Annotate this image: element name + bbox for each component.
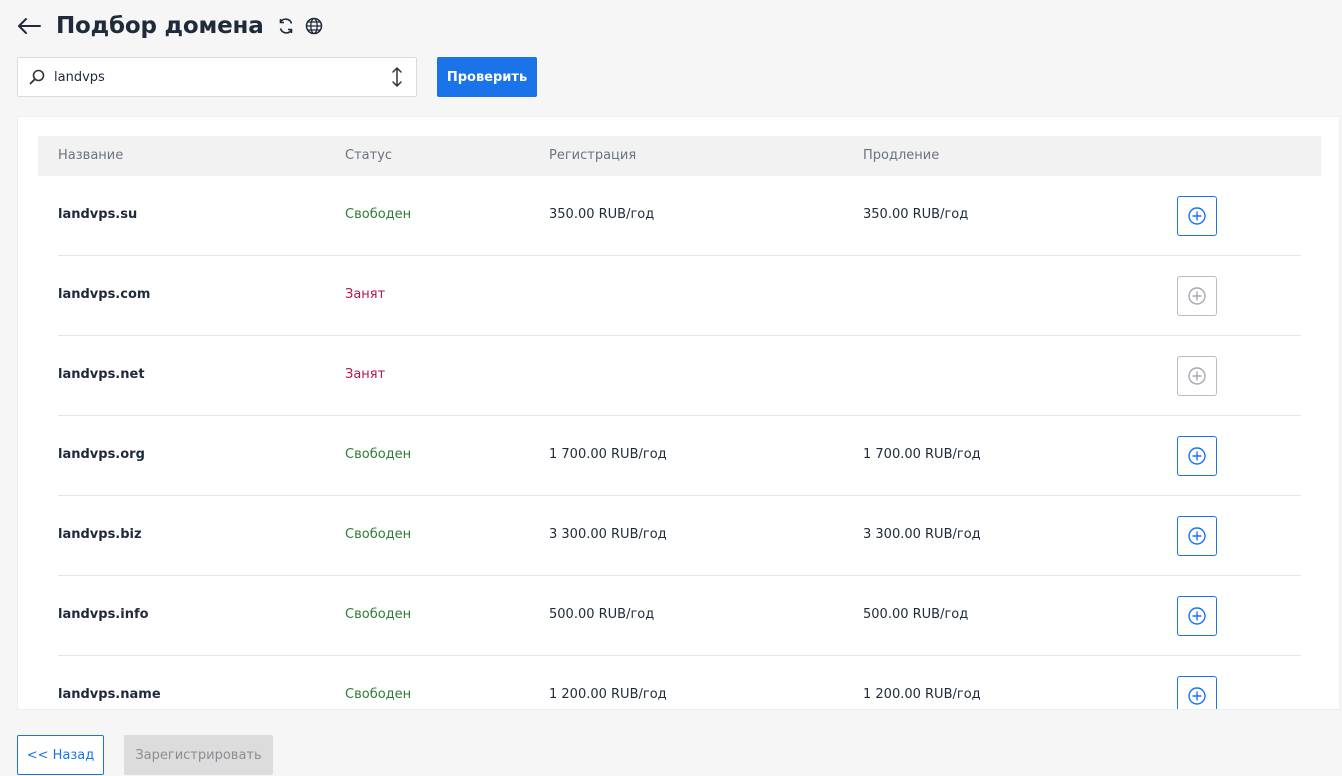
registration-price: 500.00 RUB/год (549, 607, 655, 622)
renewal-price: 500.00 RUB/год (863, 607, 969, 622)
search-icon (29, 69, 45, 85)
status-badge: Свободен (345, 607, 412, 622)
add-domain-button[interactable] (1177, 276, 1217, 316)
domain-name: landvps.info (58, 607, 149, 622)
table-row: landvps.org Свободен 1 700.00 RUB/год 1 … (58, 416, 1301, 496)
domain-name: landvps.org (58, 447, 145, 462)
plus-circle-icon (1188, 287, 1206, 305)
registration-price: 1 200.00 RUB/год (549, 687, 667, 702)
domain-name: landvps.biz (58, 527, 142, 542)
renewal-price: 3 300.00 RUB/год (863, 527, 981, 542)
plus-circle-icon (1188, 687, 1206, 705)
check-button[interactable]: Проверить (437, 57, 537, 97)
plus-circle-icon (1188, 367, 1206, 385)
column-header-renewal: Продление (863, 148, 940, 163)
back-button[interactable]: << Назад (17, 735, 104, 775)
status-badge: Свободен (345, 527, 412, 542)
domain-name: landvps.su (58, 207, 138, 222)
plus-circle-icon (1188, 447, 1206, 465)
register-button[interactable]: Зарегистрировать (124, 735, 273, 775)
table-row: landvps.name Свободен 1 200.00 RUB/год 1… (58, 656, 1301, 709)
add-domain-button[interactable] (1177, 196, 1217, 236)
table-row: landvps.net Занят (58, 336, 1301, 416)
add-domain-button[interactable] (1177, 516, 1217, 556)
column-header-status: Статус (345, 148, 393, 163)
domain-search-input[interactable] (54, 69, 390, 85)
add-domain-button[interactable] (1177, 676, 1217, 709)
add-domain-button[interactable] (1177, 436, 1217, 476)
table-row: landvps.info Свободен 500.00 RUB/год 500… (58, 576, 1301, 656)
add-domain-button[interactable] (1177, 356, 1217, 396)
renewal-price: 1 200.00 RUB/год (863, 687, 981, 702)
column-header-name: Название (58, 148, 124, 163)
domain-list: landvps.su Свободен 350.00 RUB/год 350.0… (58, 176, 1301, 709)
column-header-registration: Регистрация (549, 148, 637, 163)
domain-search-field[interactable] (17, 57, 417, 97)
status-badge: Свободен (345, 687, 412, 702)
arrow-left-icon[interactable] (16, 16, 42, 36)
page-header: Подбор домена (16, 10, 324, 42)
status-badge: Занят (345, 367, 386, 382)
registration-price: 3 300.00 RUB/год (549, 527, 667, 542)
domain-name: landvps.net (58, 367, 145, 382)
page-title: Подбор домена (56, 13, 264, 39)
table-row: landvps.com Занят (58, 256, 1301, 336)
sort-vertical-icon[interactable] (390, 66, 404, 88)
status-badge: Свободен (345, 207, 412, 222)
renewal-price: 350.00 RUB/год (863, 207, 969, 222)
results-panel: Название Статус Регистрация Продление la… (17, 116, 1340, 710)
renewal-price: 1 700.00 RUB/год (863, 447, 981, 462)
table-row: landvps.biz Свободен 3 300.00 RUB/год 3 … (58, 496, 1301, 576)
add-domain-button[interactable] (1177, 596, 1217, 636)
registration-price: 350.00 RUB/год (549, 207, 655, 222)
globe-icon[interactable] (304, 16, 324, 36)
domain-name: landvps.com (58, 287, 151, 302)
domain-name: landvps.name (58, 687, 161, 702)
registration-price: 1 700.00 RUB/год (549, 447, 667, 462)
table-header: Название Статус Регистрация Продление (38, 136, 1321, 176)
plus-circle-icon (1188, 527, 1206, 545)
status-badge: Свободен (345, 447, 412, 462)
table-row: landvps.su Свободен 350.00 RUB/год 350.0… (58, 176, 1301, 256)
plus-circle-icon (1188, 207, 1206, 225)
refresh-icon[interactable] (276, 16, 296, 36)
plus-circle-icon (1188, 607, 1206, 625)
status-badge: Занят (345, 287, 386, 302)
